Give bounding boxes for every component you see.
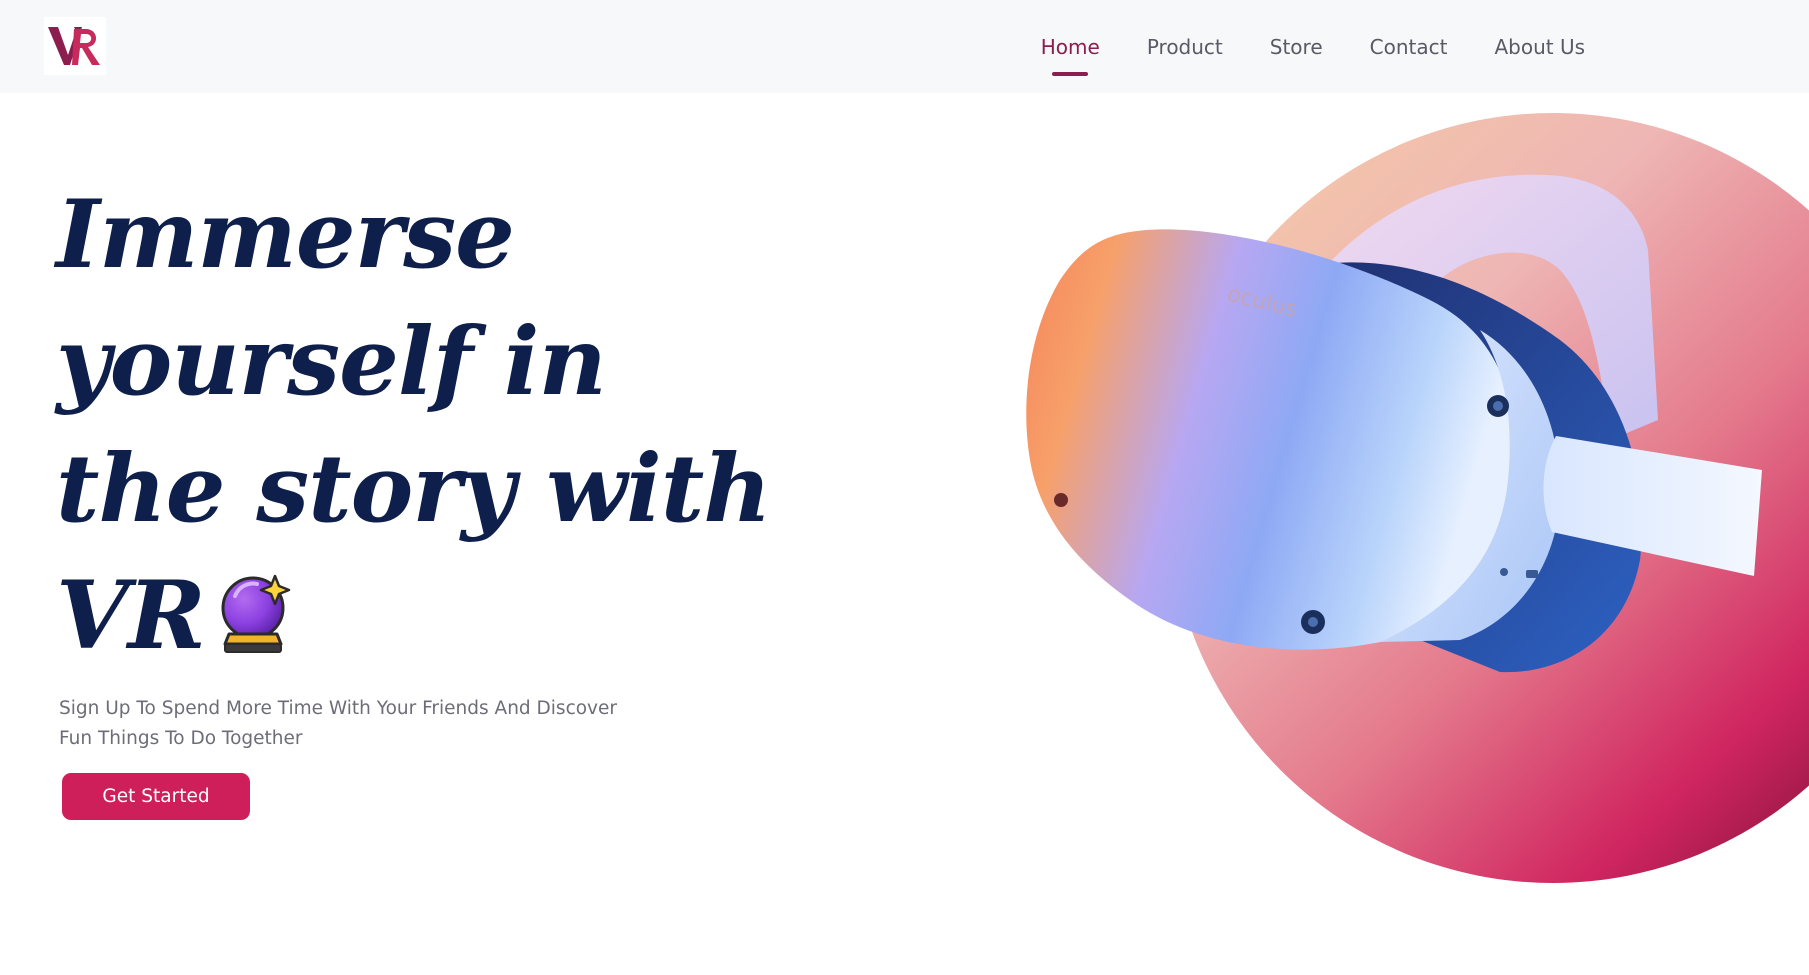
hero-title-line-1: Immerse — [56, 180, 515, 290]
hero-title-line-4: VR — [56, 553, 776, 680]
navbar: Home Product Store Contact About Us — [0, 0, 1809, 93]
landing-page: oculus Home Product Store Contact About … — [0, 0, 1809, 975]
nav-about-us[interactable]: About Us — [1494, 34, 1585, 60]
hero-subtitle-line-1: Sign Up To Spend More Time With Your Fri… — [59, 698, 617, 719]
nav-contact[interactable]: Contact — [1370, 34, 1448, 60]
hero-title-line-3: the story with — [56, 434, 772, 544]
logo[interactable] — [44, 17, 106, 75]
hero-title: Immerse yourself in the story with VR — [56, 172, 776, 680]
vr-logo-icon — [48, 27, 100, 65]
get-started-button[interactable]: Get Started — [62, 773, 250, 820]
hero-subtitle: Sign Up To Spend More Time With Your Fri… — [59, 694, 659, 754]
hero-title-vr: VR — [56, 561, 206, 671]
nav-store-label: Store — [1269, 35, 1323, 59]
headset-brand-text: oculus — [1225, 282, 1300, 323]
hero-subtitle-line-2: Fun Things To Do Together — [59, 728, 303, 749]
nav-product-label: Product — [1146, 35, 1223, 59]
nav-about-us-label: About Us — [1494, 35, 1585, 59]
nav-home-label: Home — [1040, 35, 1100, 59]
main-nav: Home Product Store Contact About Us — [1040, 34, 1585, 76]
nav-active-indicator — [1052, 72, 1089, 76]
crystal-ball-icon — [219, 570, 291, 654]
nav-store[interactable]: Store — [1270, 34, 1323, 60]
nav-home[interactable]: Home — [1040, 34, 1100, 76]
hero-title-line-2: yourself in — [56, 307, 607, 417]
nav-product[interactable]: Product — [1147, 34, 1223, 60]
nav-contact-label: Contact — [1369, 35, 1448, 59]
